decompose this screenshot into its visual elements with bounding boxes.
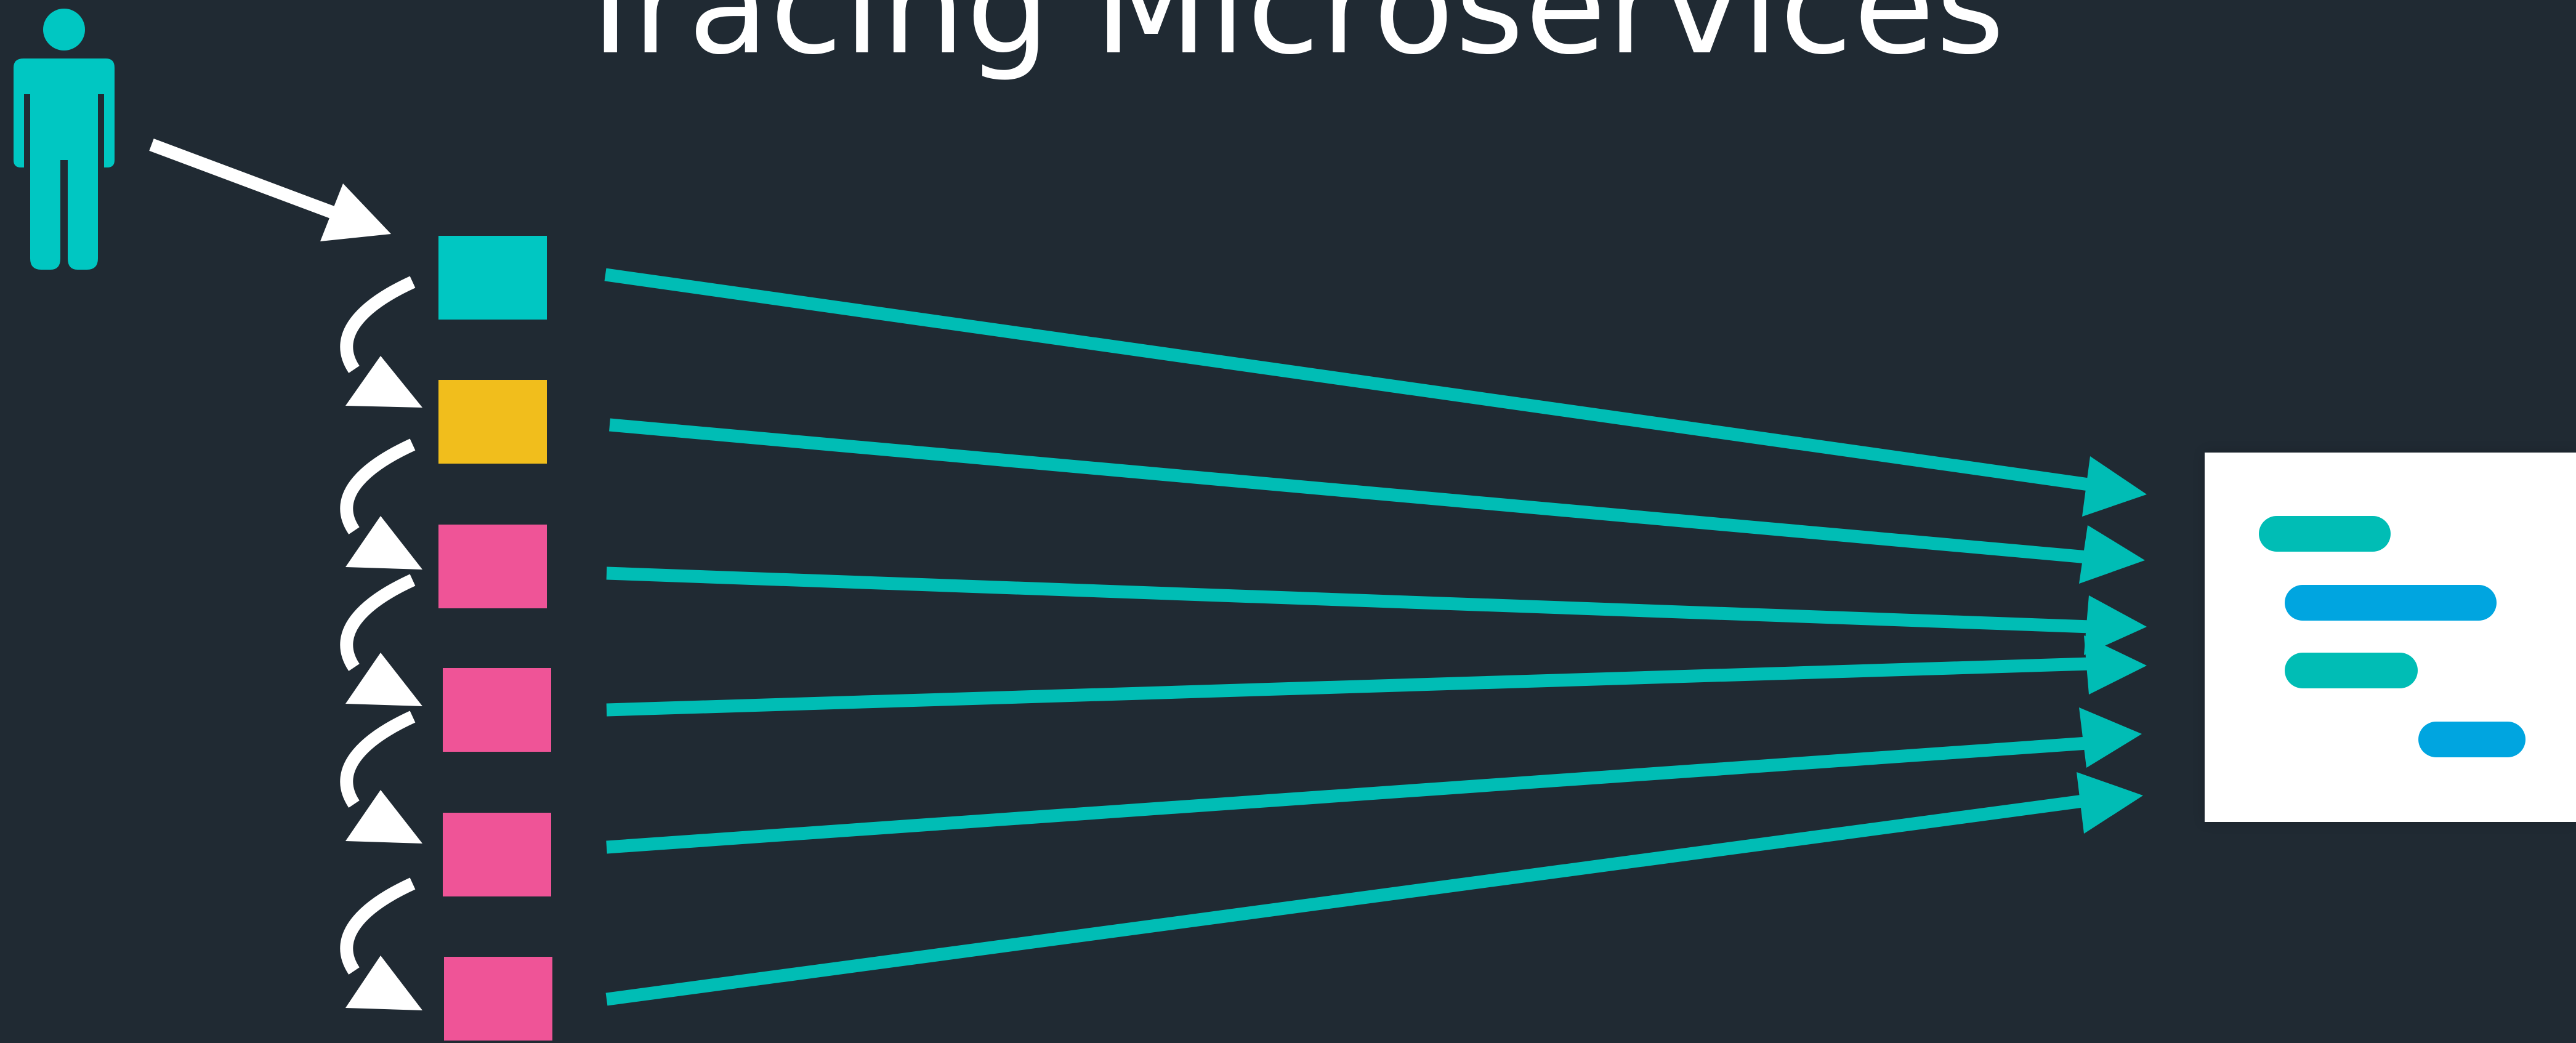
call-arrow-4 [340,711,422,844]
trace-arrow-6 [605,772,2143,1006]
call-arrow-1 [340,276,422,408]
call-arrow-3 [340,574,422,706]
trace-arrow-2 [609,418,2145,584]
service-box-2 [438,380,547,464]
service-box-6 [444,957,552,1041]
service-box-4 [443,668,551,752]
timeline-span-1 [2259,516,2391,552]
entry-arrow [149,139,391,241]
service-box-3 [438,525,547,608]
timeline-span-3 [2285,653,2418,688]
timeline-span-4 [2418,722,2526,757]
trace-viewer-panel [2205,453,2576,822]
tracing-diagram [14,9,2147,1041]
trace-arrow-1 [604,268,2147,517]
trace-arrow-4 [606,635,2147,717]
service-box-1 [438,236,547,320]
call-arrow-2 [340,438,422,570]
trace-reporting-arrows [604,268,2147,1006]
user-icon [14,9,115,270]
timeline-span-2 [2285,585,2497,621]
service-box-5 [443,813,551,896]
service-chain [340,236,552,1041]
call-arrow-5 [340,877,422,1010]
trace-arrow-3 [606,566,2147,655]
